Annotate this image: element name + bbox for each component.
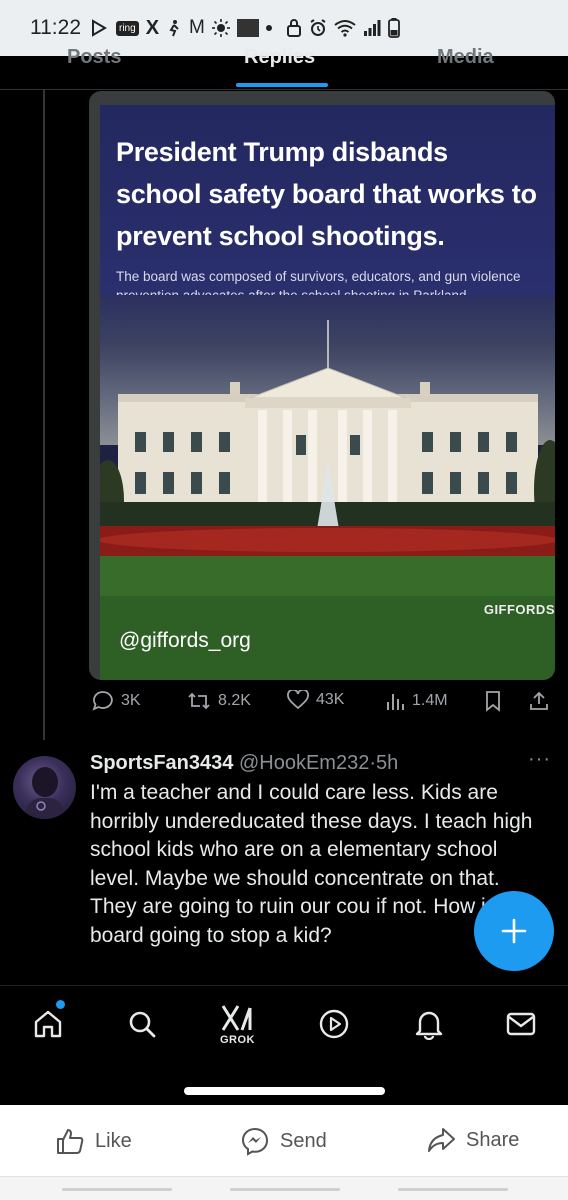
- gmail-icon: M: [189, 17, 205, 38]
- post-actions: 3K 8.2K 43K 1.4M: [92, 690, 554, 720]
- messenger-action-bar: Like Send Share: [0, 1105, 568, 1200]
- fitness-icon: [169, 20, 179, 37]
- image-headline: President Trump disbands school safety b…: [116, 137, 537, 251]
- gesture-bar-left: [62, 1188, 172, 1191]
- alarm-icon: [310, 19, 326, 36]
- home-indicator[interactable]: [184, 1087, 385, 1095]
- lock-icon: [286, 19, 301, 37]
- status-time: 11:22: [30, 16, 81, 39]
- play-store-icon: [92, 19, 107, 37]
- reply-icon: [92, 691, 113, 711]
- compose-button[interactable]: [474, 891, 554, 971]
- nav-video[interactable]: [316, 1006, 352, 1042]
- send-action-label: Send: [280, 1129, 327, 1152]
- tab-media[interactable]: Media: [437, 46, 494, 69]
- grok-icon: [221, 1005, 252, 1031]
- more-options-icon[interactable]: ···: [528, 748, 551, 771]
- x-app-icon: X: [145, 16, 160, 39]
- reply-header: SportsFan3434 @HookEm232·5h: [90, 752, 398, 775]
- video-icon: [319, 1009, 349, 1039]
- quoted-post-card[interactable]: President Trump disbands school safety b…: [89, 91, 555, 680]
- like-action[interactable]: Like: [55, 1126, 132, 1156]
- home-icon: [34, 1010, 62, 1038]
- repost-button[interactable]: 8.2K: [187, 690, 251, 712]
- more-notifications-icon: [265, 25, 272, 31]
- reply-handle[interactable]: @HookEm232: [239, 752, 369, 774]
- nav-home[interactable]: [30, 1006, 66, 1042]
- avatar[interactable]: [13, 756, 76, 819]
- gesture-bar-center: [230, 1188, 340, 1191]
- white-house-photo: [100, 320, 555, 680]
- brightness-icon: [211, 19, 230, 37]
- views-button[interactable]: 1.4M: [385, 690, 448, 712]
- search-icon: [129, 1011, 156, 1038]
- home-notification-dot: [56, 1000, 65, 1009]
- messages-icon: [506, 1012, 536, 1036]
- system-icons: [286, 18, 400, 38]
- share-icon: [530, 691, 548, 710]
- notification-icons: ring X M: [89, 17, 272, 40]
- repost-icon: [188, 692, 210, 710]
- reply-count: 3K: [121, 692, 141, 709]
- notifications-icon: [415, 1011, 443, 1040]
- bookmark-button[interactable]: [484, 690, 502, 712]
- signal-icon: [363, 20, 381, 36]
- share-action[interactable]: Share: [426, 1126, 519, 1154]
- nav-search[interactable]: [124, 1006, 160, 1042]
- ring-icon: ring: [116, 20, 139, 36]
- profile-tabs: Posts Replies Media: [0, 46, 568, 90]
- share-post-button[interactable]: [529, 690, 549, 712]
- like-count: 43K: [316, 691, 345, 708]
- gesture-bar-right: [398, 1188, 508, 1191]
- reply-display-name[interactable]: SportsFan3434: [90, 752, 233, 774]
- reply-time: 5h: [376, 752, 399, 774]
- quoted-post-image[interactable]: President Trump disbands school safety b…: [100, 105, 555, 680]
- like-action-label: Like: [95, 1129, 132, 1152]
- wifi-icon: [334, 20, 356, 37]
- plus-icon: [501, 918, 527, 944]
- avatar-image: [23, 767, 67, 819]
- gesture-strip: [0, 1176, 568, 1200]
- share-action-label: Share: [466, 1128, 520, 1151]
- messenger-icon: [241, 1127, 269, 1156]
- like-button[interactable]: 43K: [287, 690, 344, 710]
- app-square-icon: [236, 19, 259, 37]
- nav-notifications[interactable]: [411, 1006, 447, 1042]
- reply-separator: ·: [369, 752, 376, 774]
- bookmark-icon: [486, 691, 500, 712]
- reply-button[interactable]: 3K: [92, 690, 141, 712]
- thumbs-up-icon: [57, 1129, 84, 1154]
- heart-icon: [287, 690, 309, 710]
- send-action[interactable]: Send: [240, 1126, 327, 1156]
- share-arrow-icon: [428, 1128, 455, 1152]
- quoted-post-handle[interactable]: @giffords_org: [119, 629, 251, 653]
- thread-line: [43, 90, 45, 740]
- battery-icon: [387, 18, 400, 38]
- nav-grok[interactable]: [220, 1000, 256, 1036]
- giffords-watermark: GIFFORDS: [483, 602, 555, 617]
- views-icon: [387, 694, 404, 710]
- view-count: 1.4M: [412, 692, 448, 709]
- repost-count: 8.2K: [218, 692, 251, 709]
- tab-replies[interactable]: Replies: [244, 46, 315, 69]
- image-headline-banner: President Trump disbands school safety b…: [100, 105, 555, 303]
- tab-posts[interactable]: Posts: [67, 46, 121, 69]
- active-tab-indicator: [236, 83, 328, 87]
- grok-label: GROK: [220, 1034, 255, 1046]
- nav-messages[interactable]: [503, 1006, 539, 1042]
